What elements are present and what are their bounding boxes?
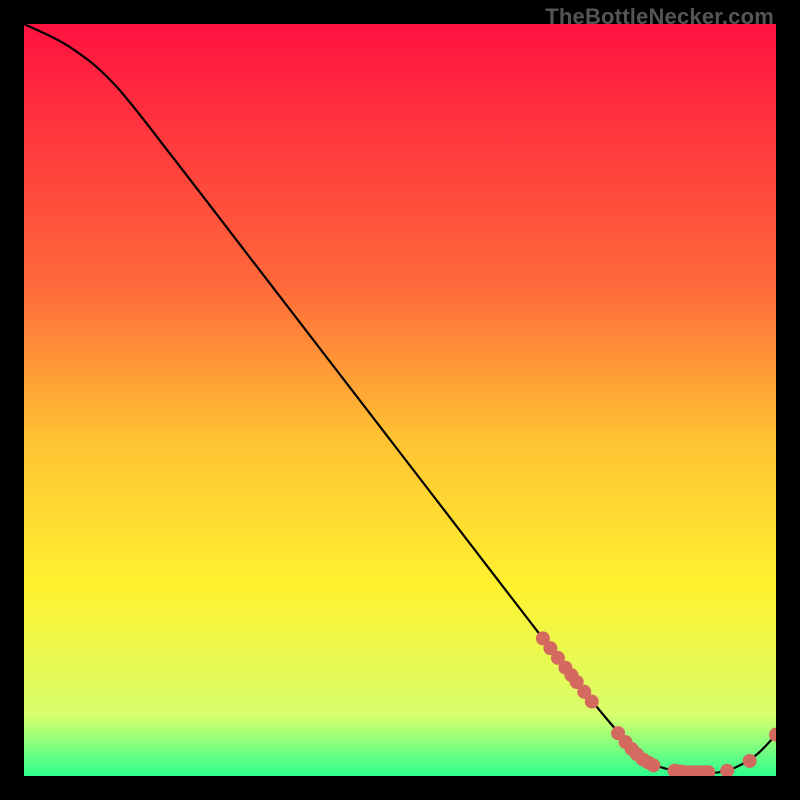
data-marker: [646, 758, 660, 772]
data-marker: [585, 695, 599, 709]
data-marker: [743, 754, 757, 768]
chart-background: [24, 24, 776, 776]
bottleneck-chart: [24, 24, 776, 776]
chart-frame: [24, 24, 776, 776]
attribution-text: TheBottleNecker.com: [545, 4, 774, 30]
